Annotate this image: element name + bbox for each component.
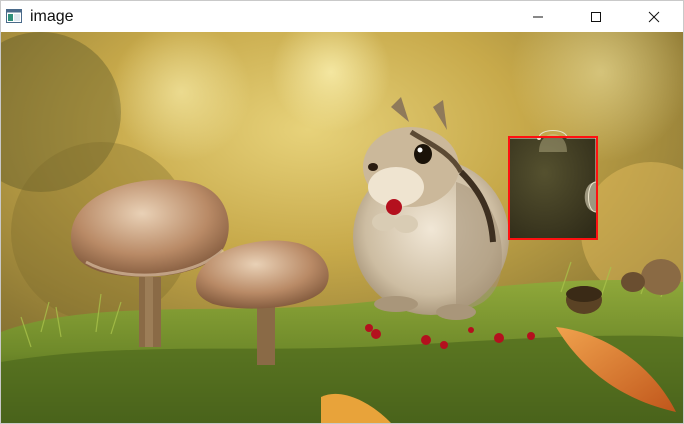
close-icon	[648, 11, 660, 22]
minimize-icon	[533, 16, 543, 17]
window-title: image	[30, 8, 74, 25]
minimize-button[interactable]	[509, 1, 567, 32]
maximize-button[interactable]	[567, 1, 625, 32]
puzzle-piece-highlight[interactable]	[508, 136, 598, 240]
close-button[interactable]	[625, 1, 683, 32]
title-bar[interactable]: image	[1, 1, 683, 32]
image-window: image	[0, 0, 684, 424]
image-canvas[interactable]	[1, 32, 683, 423]
window-controls	[509, 1, 683, 32]
maximize-icon	[591, 11, 601, 22]
app-window-icon	[6, 9, 22, 23]
